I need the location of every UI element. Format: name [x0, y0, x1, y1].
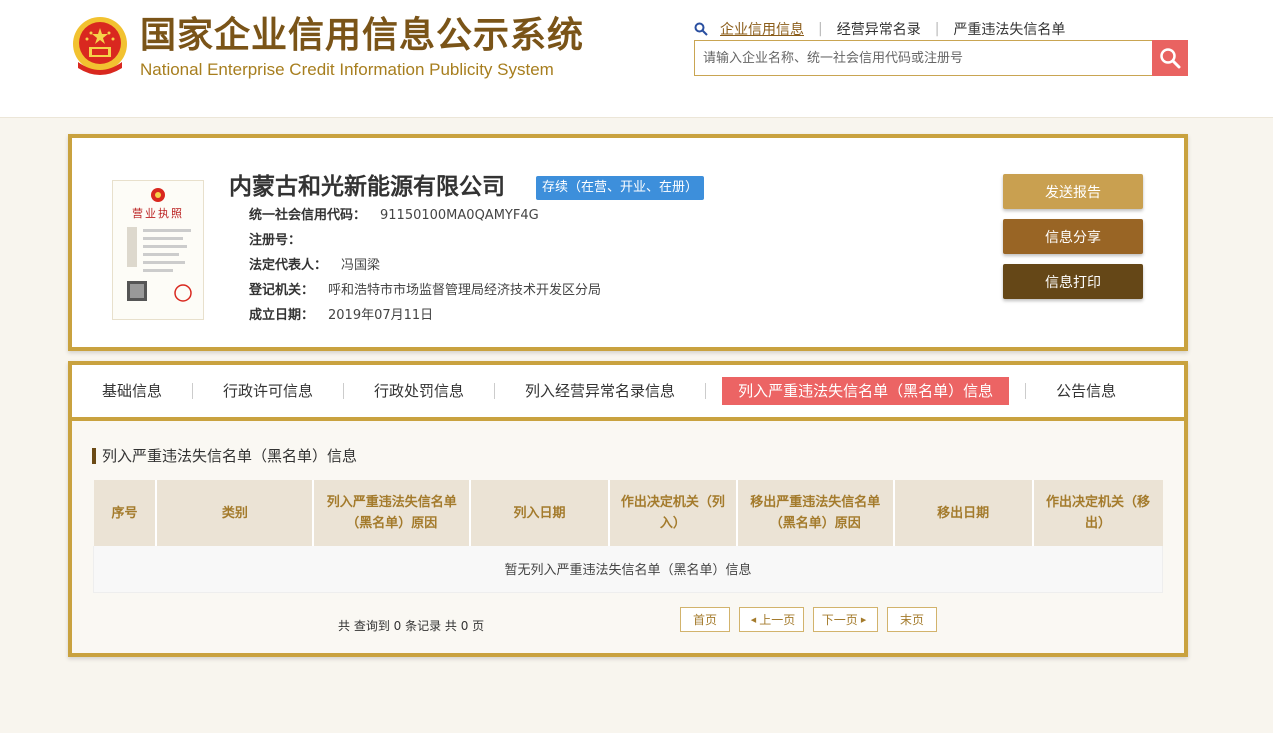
tab-divider [192, 383, 194, 399]
last-page-label: 末页 [899, 613, 924, 627]
print-info-button[interactable]: 信息打印 [1003, 264, 1143, 299]
info-row-reg-authority: 登记机关： 呼和浩特市市场监督管理局经济技术开发区分局 [249, 281, 601, 301]
nav-divider: | [818, 21, 823, 37]
empty-message: 暂无列入严重违法失信名单（黑名单）信息 [93, 546, 1163, 593]
chevron-left-icon: ◀ [750, 615, 757, 624]
search-icon [694, 22, 708, 36]
share-info-button[interactable]: 信息分享 [1003, 219, 1143, 254]
column-header: 移出严重违法失信名单（黑名单）原因 [736, 480, 895, 546]
column-header: 列入严重违法失信名单（黑名单）原因 [313, 480, 472, 546]
column-header: 序号 [93, 480, 158, 546]
column-header: 作出决定机关（列入） [608, 480, 738, 546]
info-label: 登记机关： [249, 283, 315, 298]
pagination: 首页 ◀ 上一页 下一页 ▶ 末页 [680, 607, 937, 632]
table-row: 暂无列入严重违法失信名单（黑名单）信息 [93, 546, 1163, 593]
info-value: 冯国梁 [341, 258, 381, 273]
info-label: 成立日期： [249, 308, 315, 323]
info-row-credit-code: 统一社会信用代码： 91150100MA0QAMYF4G [249, 206, 539, 226]
nav-link-credit-info[interactable]: 企业信用信息 [720, 19, 804, 39]
pagination-summary: 共 查询到 0 条记录 共 0 页 [338, 619, 485, 633]
info-row-established: 成立日期： 2019年07月11日 [249, 306, 433, 326]
column-header: 作出决定机关（移出） [1032, 480, 1163, 546]
site-header: 国家企业信用信息公示系统 National Enterprise Credit … [0, 0, 1273, 118]
tab-divider [705, 383, 707, 399]
nav-divider: | [934, 21, 940, 37]
info-value: 2019年07月11日 [328, 308, 434, 323]
chevron-right-icon: ▶ [860, 615, 867, 624]
status-badge: 存续（在营、开业、在册） [536, 176, 705, 200]
site-title: 国家企业信用信息公示系统 [140, 15, 585, 56]
tab-content: 列入严重违法失信名单（黑名单）信息 序号 类别 列入严重违法失信名单（黑名单）原… [72, 421, 1184, 653]
tab-divider [494, 383, 496, 399]
top-nav: 企业信用信息 | 经营异常名录 | 严重违法失信名单 [694, 18, 1065, 40]
company-summary-panel: 营业执照 内蒙古和光新能源有限公司 存续（在营、开业、在册） 统一社会信用代码：… [68, 134, 1188, 351]
info-label: 法定代表人： [249, 258, 328, 273]
column-header: 移出日期 [893, 480, 1034, 546]
last-page-button[interactable]: 末页 [887, 607, 937, 632]
column-header: 列入日期 [470, 480, 610, 546]
tab-abnormal-list[interactable]: 列入经营异常名录信息 [511, 377, 689, 405]
tab-admin-penalty[interactable]: 行政处罚信息 [360, 377, 478, 405]
tab-divider [343, 383, 345, 399]
tab-divider [1025, 383, 1027, 399]
blacklist-table: 序号 类别 列入严重违法失信名单（黑名单）原因 列入日期 作出决定机关（列入） … [93, 480, 1163, 593]
search-button[interactable] [1152, 40, 1188, 76]
info-row-legal-rep: 法定代表人： 冯国梁 [249, 256, 380, 276]
national-emblem-icon [70, 16, 130, 80]
tab-basic-info[interactable]: 基础信息 [88, 377, 176, 405]
search-input[interactable] [695, 41, 1152, 75]
nav-link-blacklist[interactable]: 严重违法失信名单 [953, 19, 1065, 39]
search-icon [1160, 48, 1181, 69]
first-page-button[interactable]: 首页 [680, 607, 730, 632]
info-row-reg-number: 注册号： [249, 231, 315, 251]
send-report-button[interactable]: 发送报告 [1003, 174, 1143, 209]
table-header-row: 序号 类别 列入严重违法失信名单（黑名单）原因 列入日期 作出决定机关（列入） … [93, 480, 1163, 546]
next-page-label: 下一页 [821, 613, 858, 627]
business-license-image[interactable]: 营业执照 [112, 180, 204, 320]
first-page-label: 首页 [692, 613, 717, 627]
info-tabs: 基础信息 行政许可信息 行政处罚信息 列入经营异常名录信息 列入严重违法失信名单… [72, 365, 1184, 421]
prev-page-button[interactable]: ◀ 上一页 [739, 607, 804, 632]
info-label: 统一社会信用代码： [249, 208, 367, 223]
info-value: 呼和浩特市市场监督管理局经济技术开发区分局 [328, 283, 602, 298]
tab-admin-license[interactable]: 行政许可信息 [209, 377, 327, 405]
tab-blacklist[interactable]: 列入严重违法失信名单（黑名单）信息 [722, 377, 1010, 405]
detail-panel: 基础信息 行政许可信息 行政处罚信息 列入经营异常名录信息 列入严重违法失信名单… [68, 361, 1188, 657]
license-title: 营业执照 [132, 206, 184, 220]
tab-announcements[interactable]: 公告信息 [1042, 377, 1130, 405]
section-title: 列入严重违法失信名单（黑名单）信息 [92, 448, 357, 464]
company-name: 内蒙古和光新能源有限公司 [229, 174, 505, 200]
nav-link-abnormal-list[interactable]: 经营异常名录 [837, 19, 921, 39]
info-value: 91150100MA0QAMYF4G [380, 208, 539, 223]
next-page-button[interactable]: 下一页 ▶ [813, 607, 878, 632]
column-header: 类别 [156, 480, 315, 546]
search-bar [694, 40, 1188, 76]
info-label: 注册号： [249, 233, 302, 248]
site-subtitle: National Enterprise Credit Information P… [140, 60, 554, 79]
prev-page-label: 上一页 [759, 613, 796, 627]
